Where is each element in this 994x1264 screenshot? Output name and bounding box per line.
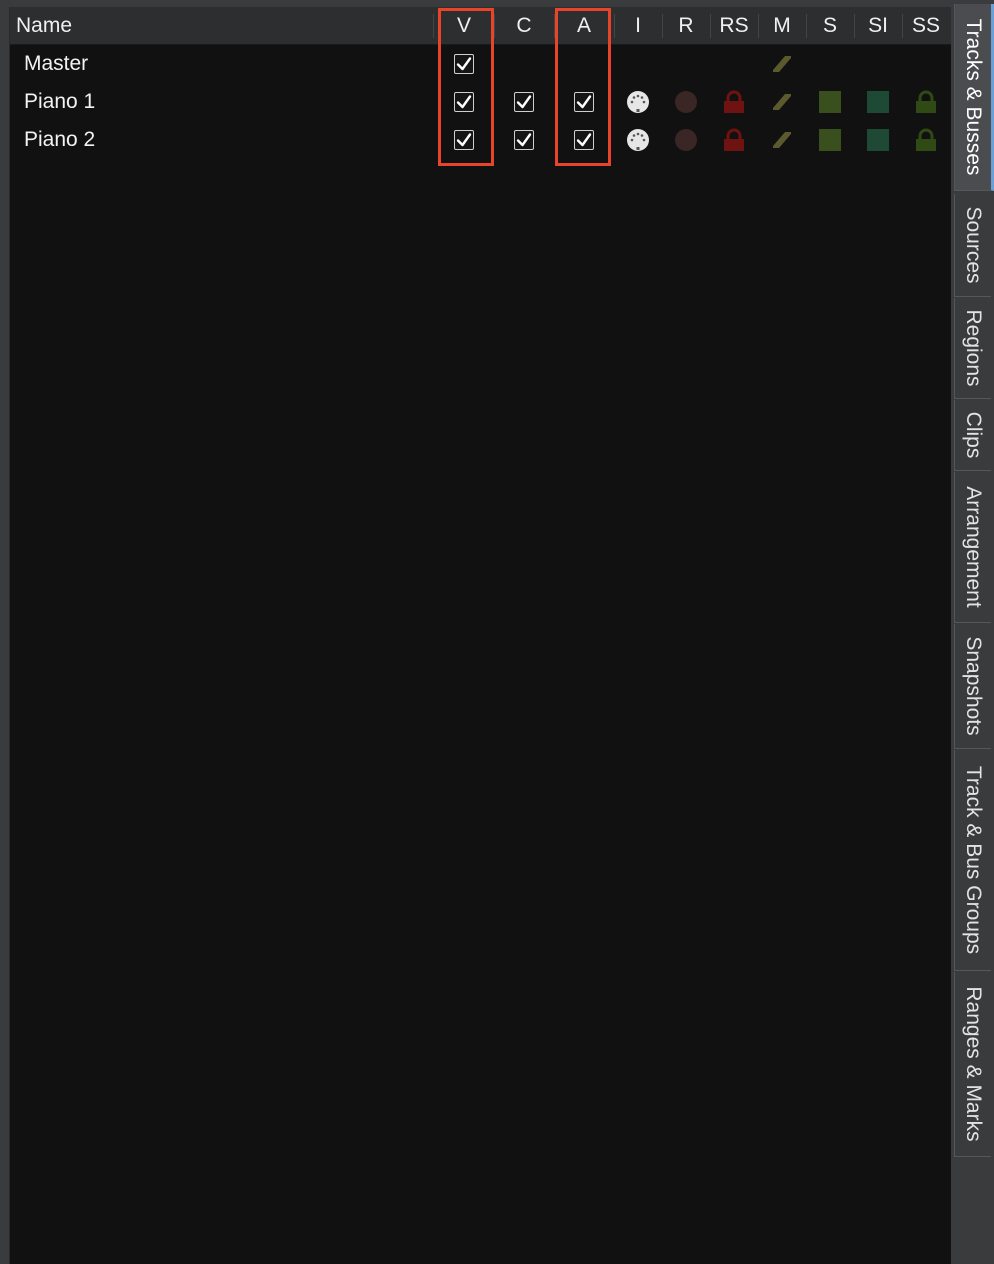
column-header-name[interactable]: Name [16,13,72,39]
visible-cell [439,83,489,121]
column-header-solo-safe[interactable]: SS [903,13,949,39]
solo-cell [807,83,853,121]
rec-safe-cell [711,121,757,159]
tab-arrangement[interactable]: Arrangement [954,472,991,623]
mute-slash-icon[interactable] [771,129,793,151]
active-checkbox[interactable] [574,92,594,112]
solo-safe-cell [903,121,949,159]
lock-icon[interactable] [914,128,938,152]
column-divider [494,14,495,38]
tab-sources[interactable]: Sources [954,194,991,297]
tab-track-bus-groups[interactable]: Track & Bus Groups [954,750,991,971]
checkmark-icon [576,95,592,109]
column-header-color[interactable]: C [499,13,549,39]
column-header-input[interactable]: I [615,13,661,39]
tab-label: Ranges & Marks [962,986,985,1142]
column-header-mute[interactable]: M [759,13,805,39]
column-header-rec-safe[interactable]: RS [711,13,757,39]
tab-ranges-marks[interactable]: Ranges & Marks [954,972,991,1157]
color-cell [499,83,549,121]
color-cell [499,121,549,159]
track-row-piano-2[interactable]: Piano 2 [10,121,951,159]
visible-checkbox[interactable] [454,92,474,112]
column-header-record[interactable]: R [663,13,709,39]
checkmark-icon [456,95,472,109]
column-header-visible[interactable]: V [439,13,489,39]
tab-label: Track & Bus Groups [962,765,985,955]
isolate-square-icon[interactable] [866,90,890,114]
solo-isolate-cell [855,83,901,121]
tab-regions[interactable]: Regions [954,298,991,399]
active-cell [559,83,609,121]
solo-square-icon[interactable] [818,128,842,152]
visible-cell [439,45,489,83]
tab-clips[interactable]: Clips [954,400,991,471]
column-divider [554,14,555,38]
tab-label: Tracks & Busses [962,18,985,176]
track-name[interactable]: Master [24,45,88,83]
mute-slash-icon[interactable] [771,53,793,75]
isolate-square-icon[interactable] [866,128,890,152]
record-cell [663,121,709,159]
checkmark-icon [516,133,532,147]
record-cell [663,83,709,121]
midi-din-icon[interactable] [626,128,650,152]
color-checkbox[interactable] [514,92,534,112]
mute-cell [759,121,805,159]
checkmark-icon [456,57,472,71]
tab-label: Arrangement [962,486,985,608]
input-cell [615,83,661,121]
lock-icon[interactable] [722,90,746,114]
solo-square-icon[interactable] [818,90,842,114]
column-header-active[interactable]: A [559,13,609,39]
list-header: Name V C A I R RS M S SI SS [10,7,951,45]
solo-safe-cell [903,83,949,121]
record-circle-icon[interactable] [674,128,698,152]
editor-sidebar-tabs: Tracks & Busses Sources Regions Clips Ar… [952,0,994,1264]
column-header-solo[interactable]: S [807,13,853,39]
active-cell [559,121,609,159]
track-name[interactable]: Piano 1 [24,83,95,121]
midi-din-icon[interactable] [626,90,650,114]
solo-isolate-cell [855,121,901,159]
mute-slash-icon[interactable] [771,91,793,113]
column-divider [433,14,434,38]
visible-cell [439,121,489,159]
track-row-master[interactable]: Master [10,45,951,83]
solo-cell [807,121,853,159]
lock-icon[interactable] [914,90,938,114]
input-cell [615,121,661,159]
tab-label: Clips [962,411,985,459]
tab-label: Snapshots [962,636,985,736]
mute-cell [759,83,805,121]
tracks-busses-list: Name V C A I R RS M S SI SS Master Piano… [9,7,951,1264]
record-circle-icon[interactable] [674,90,698,114]
mute-cell [759,45,805,83]
color-checkbox[interactable] [514,130,534,150]
checkmark-icon [456,133,472,147]
track-name[interactable]: Piano 2 [24,121,95,159]
tab-label: Sources [962,206,985,284]
checkmark-icon [576,133,592,147]
track-row-piano-1[interactable]: Piano 1 [10,83,951,121]
tab-snapshots[interactable]: Snapshots [954,624,991,749]
checkmark-icon [516,95,532,109]
lock-icon[interactable] [722,128,746,152]
tab-label: Regions [962,309,985,387]
column-header-solo-isolate[interactable]: SI [855,13,901,39]
visible-checkbox[interactable] [454,130,474,150]
visible-checkbox[interactable] [454,54,474,74]
tab-tracks-busses[interactable]: Tracks & Busses [954,4,994,191]
active-checkbox[interactable] [574,130,594,150]
rec-safe-cell [711,83,757,121]
